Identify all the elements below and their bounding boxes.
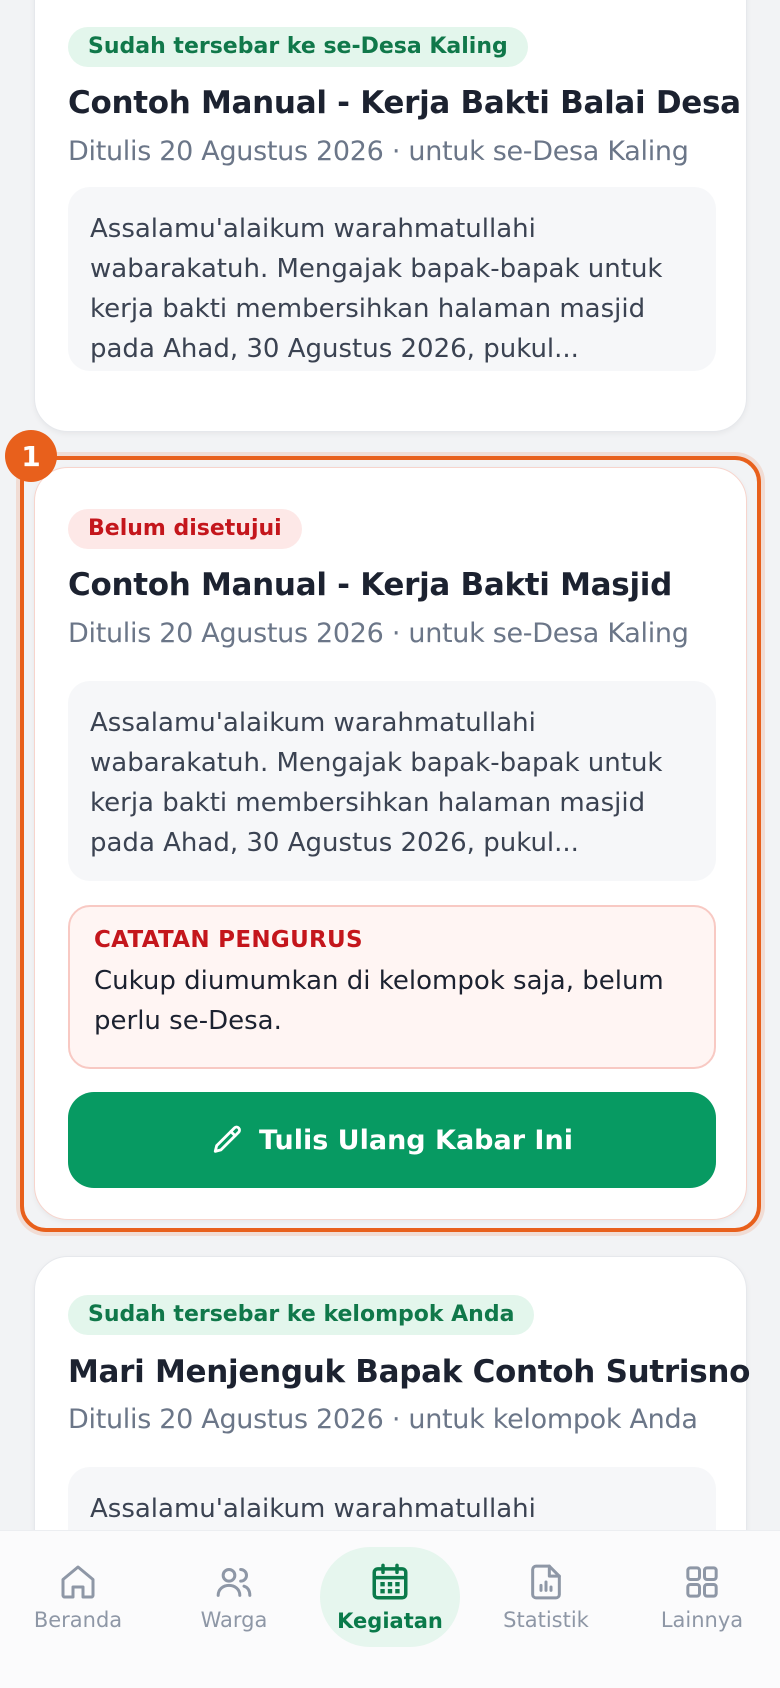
nav-label: Kegiatan <box>337 1609 443 1633</box>
nav-item-beranda[interactable]: Beranda <box>8 1547 148 1647</box>
admin-note: CATATAN PENGURUS Cukup diumumkan di kelo… <box>68 905 716 1069</box>
news-card-rejected[interactable]: Belum disetujui Contoh Manual - Kerja Ba… <box>34 467 747 1220</box>
news-title: Contoh Manual - Kerja Bakti Masjid <box>68 567 672 603</box>
rewrite-news-label: Tulis Ulang Kabar Ini <box>259 1124 573 1156</box>
calendar-icon <box>372 1563 408 1600</box>
nav-item-statistik[interactable]: Statistik <box>476 1547 616 1647</box>
news-excerpt: Assalamu'alaikum warahmatullahi wabaraka… <box>68 681 716 881</box>
news-card[interactable]: Sudah tersebar ke se-Desa Kaling Contoh … <box>34 0 747 432</box>
nav-item-kegiatan[interactable]: Kegiatan <box>320 1547 460 1647</box>
home-icon <box>61 1565 95 1599</box>
nav-label: Statistik <box>503 1608 589 1632</box>
nav-label: Warga <box>200 1608 268 1632</box>
news-meta: Ditulis 20 Agustus 2026 · untuk se-Desa … <box>68 618 689 649</box>
screen: Sudah tersebar ke se-Desa Kaling Contoh … <box>0 0 780 1688</box>
news-excerpt: Assalamu'alaikum warahmatullahi wabaraka… <box>68 187 716 371</box>
nav-item-lainnya[interactable]: Lainnya <box>632 1547 772 1647</box>
nav-label: Lainnya <box>660 1608 744 1632</box>
nav-label: Beranda <box>33 1608 123 1632</box>
status-badge: Sudah tersebar ke kelompok Anda <box>68 1295 535 1335</box>
news-title: Mari Menjenguk Bapak Contoh Sutrisno <box>68 1354 751 1390</box>
rewrite-news-button[interactable]: Tulis Ulang Kabar Ini <box>68 1092 716 1188</box>
news-meta: Ditulis 20 Agustus 2026 · untuk kelompok… <box>68 1404 698 1435</box>
chart-file-icon <box>531 1564 561 1600</box>
admin-note-text: Cukup diumumkan di kelompok saja, belum … <box>94 966 664 1036</box>
grid-icon <box>686 1566 718 1598</box>
nav-item-warga[interactable]: Warga <box>164 1547 304 1647</box>
tutorial-step-badge: 1 <box>5 430 57 482</box>
news-meta: Ditulis 20 Agustus 2026 · untuk se-Desa … <box>68 136 689 167</box>
users-icon <box>216 1568 252 1597</box>
bottom-nav: Beranda Warga Kegiatan Statistik Lainnya <box>0 1530 780 1688</box>
status-badge: Belum disetujui <box>68 509 302 549</box>
admin-note-label: CATATAN PENGURUS <box>94 927 363 953</box>
status-badge: Sudah tersebar ke se-Desa Kaling <box>68 27 528 67</box>
news-title: Contoh Manual - Kerja Bakti Balai Desa <box>68 85 741 121</box>
pencil-icon <box>213 1125 241 1153</box>
